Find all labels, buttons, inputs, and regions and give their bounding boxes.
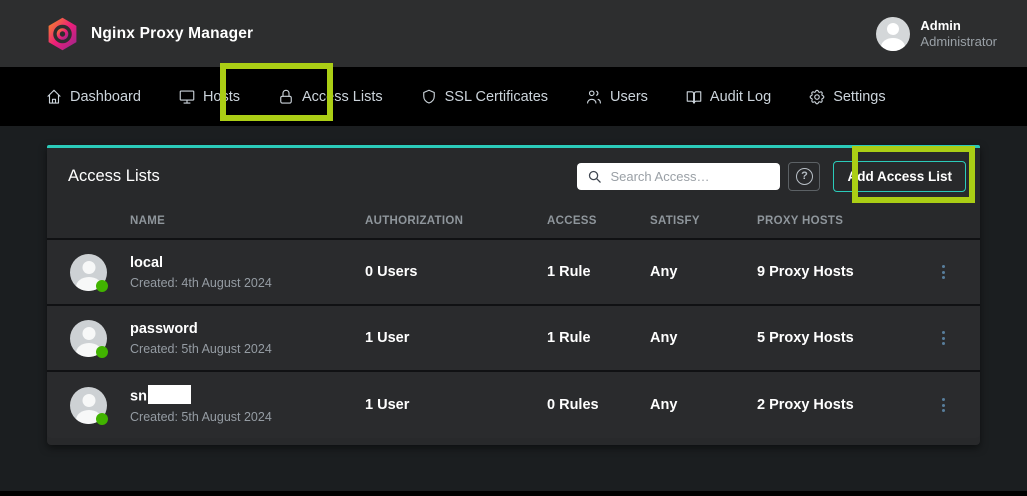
name-cell: local Created: 4th August 2024 (130, 255, 365, 290)
shield-icon (420, 88, 438, 106)
monitor-icon (178, 88, 196, 106)
nav-item-hosts[interactable]: Hosts (178, 88, 240, 106)
main-nav: Dashboard Hosts Access Lists SSL Certifi… (0, 67, 1027, 126)
column-header-access: ACCESS (547, 215, 650, 227)
avatar (70, 320, 107, 357)
gear-icon (808, 88, 826, 106)
nav-item-access-lists[interactable]: Access Lists (277, 88, 383, 106)
proxy-hosts-cell: 5 Proxy Hosts (757, 330, 917, 346)
avatar (70, 387, 107, 424)
user-menu[interactable]: Admin Administrator (876, 17, 997, 51)
app-title: Nginx Proxy Manager (91, 25, 253, 43)
satisfy-cell: Any (650, 330, 757, 346)
lock-icon (277, 88, 295, 106)
satisfy-cell: Any (650, 397, 757, 413)
nav-item-ssl-certificates[interactable]: SSL Certificates (420, 88, 548, 106)
search-box (577, 163, 780, 190)
panel-header: Access Lists ? Add Access List (47, 148, 980, 204)
nav-item-settings[interactable]: Settings (808, 88, 885, 106)
question-mark-icon: ? (796, 168, 813, 185)
avatar (70, 254, 107, 291)
help-button[interactable]: ? (788, 162, 820, 191)
name-cell: password Created: 5th August 2024 (130, 321, 365, 356)
column-header-authorization: AUTHORIZATION (365, 215, 547, 227)
nav-label: Users (610, 89, 648, 105)
row-menu-kebab-icon[interactable] (931, 258, 955, 286)
table-row[interactable]: password Created: 5th August 2024 1 User… (47, 306, 980, 372)
home-icon (45, 88, 63, 106)
search-input[interactable] (577, 163, 780, 190)
app-header: Nginx Proxy Manager Admin Administrator (0, 0, 1027, 67)
user-role: Administrator (920, 34, 997, 50)
status-dot (96, 346, 108, 358)
user-avatar (876, 17, 910, 51)
row-menu-kebab-icon[interactable] (931, 391, 955, 419)
nav-item-audit-log[interactable]: Audit Log (685, 88, 771, 106)
status-dot (96, 280, 108, 292)
bottom-black-strip (0, 491, 1027, 496)
column-header-satisfy: SATISFY (650, 215, 757, 227)
column-header-proxy-hosts: PROXY HOSTS (757, 215, 917, 227)
search-icon (587, 169, 602, 184)
access-cell: 1 Rule (547, 330, 650, 346)
access-lists-panel: Access Lists ? Add Access List NAME AUTH… (47, 145, 980, 445)
authorization-cell: 0 Users (365, 264, 547, 280)
table-row[interactable]: sn Created: 5th August 2024 1 User 0 Rul… (47, 372, 980, 438)
nav-label: Dashboard (70, 89, 141, 105)
users-icon (585, 88, 603, 106)
user-name: Admin (920, 18, 997, 34)
nav-label: Access Lists (302, 89, 383, 105)
add-access-list-button[interactable]: Add Access List (833, 161, 966, 192)
nav-label: Audit Log (710, 89, 771, 105)
nav-label: Hosts (203, 89, 240, 105)
name-cell: sn Created: 5th August 2024 (130, 387, 365, 424)
authorization-cell: 1 User (365, 397, 547, 413)
proxy-hosts-cell: 9 Proxy Hosts (757, 264, 917, 280)
table-row[interactable]: local Created: 4th August 2024 0 Users 1… (47, 240, 980, 306)
nav-item-dashboard[interactable]: Dashboard (45, 88, 141, 106)
nginx-proxy-manager-logo (47, 17, 78, 51)
access-cell: 1 Rule (547, 264, 650, 280)
redaction-box (148, 385, 191, 404)
nav-label: Settings (833, 89, 885, 105)
screen: Nginx Proxy Manager Admin Administrator … (0, 0, 1027, 496)
column-header-name: NAME (130, 215, 365, 227)
satisfy-cell: Any (650, 264, 757, 280)
nav-item-users[interactable]: Users (585, 88, 648, 106)
book-icon (685, 88, 703, 106)
authorization-cell: 1 User (365, 330, 547, 346)
status-dot (96, 413, 108, 425)
row-menu-kebab-icon[interactable] (931, 324, 955, 352)
nav-label: SSL Certificates (445, 89, 548, 105)
page-title: Access Lists (68, 167, 160, 186)
table-header-row: NAME AUTHORIZATION ACCESS SATISFY PROXY … (47, 204, 980, 240)
proxy-hosts-cell: 2 Proxy Hosts (757, 397, 917, 413)
access-cell: 0 Rules (547, 397, 650, 413)
